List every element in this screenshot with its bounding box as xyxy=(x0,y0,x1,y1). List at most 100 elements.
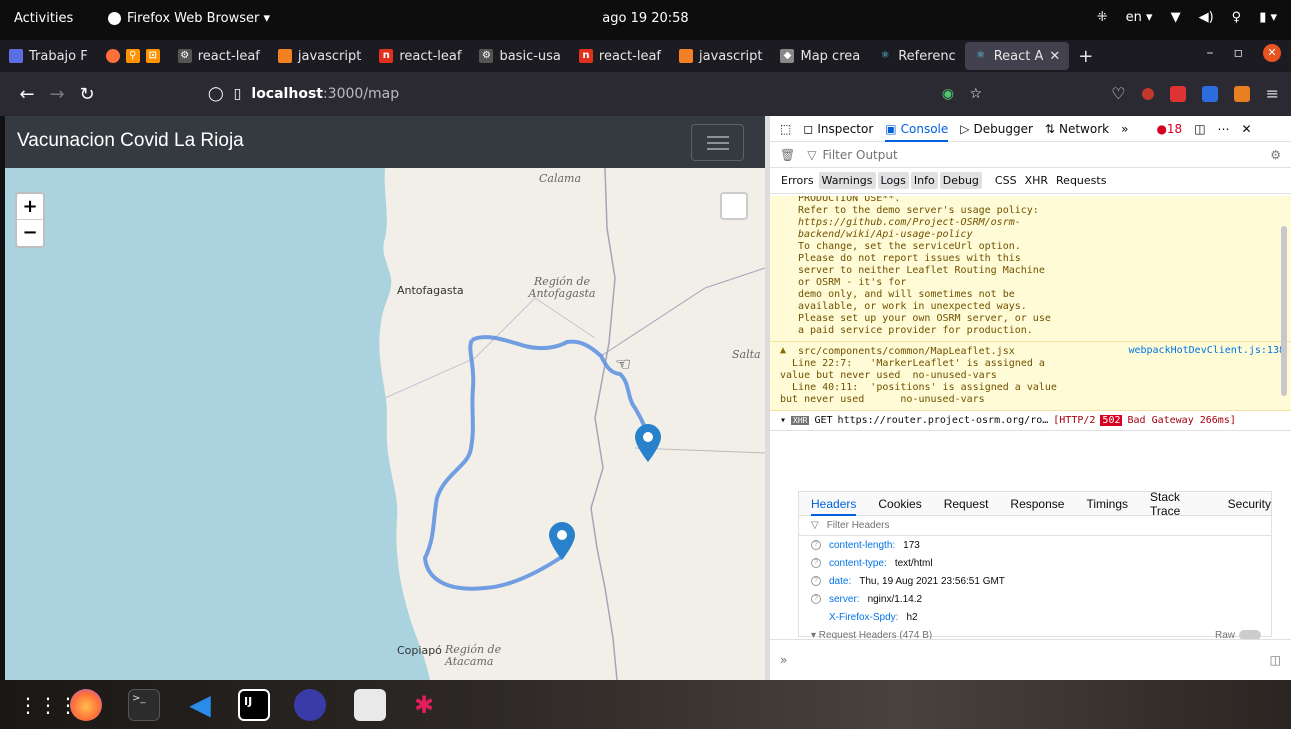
terminal-dock-icon[interactable]: >_ xyxy=(128,689,160,721)
close-devtools-icon[interactable]: ✕ xyxy=(1242,122,1252,136)
forward-icon[interactable]: → xyxy=(42,84,72,105)
raw-toggle[interactable]: Raw xyxy=(1215,630,1261,639)
tab-6[interactable]: n react-leaf xyxy=(570,40,670,72)
filter-headers-input[interactable]: ▽ Filter Headers xyxy=(799,516,1271,536)
help-icon[interactable]: ? xyxy=(811,576,821,586)
zoom-out-button[interactable]: − xyxy=(17,220,43,246)
tab-request[interactable]: Request xyxy=(944,497,989,511)
extension-off-icon[interactable] xyxy=(1233,85,1250,102)
app-grid-icon[interactable]: ⋮⋮⋮ xyxy=(18,689,78,721)
help-icon[interactable]: ? xyxy=(811,594,821,604)
error-counter[interactable]: ●18 xyxy=(1156,122,1182,136)
console-scrollbar[interactable] xyxy=(1281,226,1287,396)
tab-5[interactable]: ⚙ basic-usa xyxy=(470,40,569,72)
level-errors[interactable]: Errors xyxy=(778,172,817,189)
intellij-dock-icon[interactable]: IJ xyxy=(238,689,270,721)
level-warnings[interactable]: Warnings xyxy=(818,172,876,189)
help-icon[interactable]: ? xyxy=(811,558,821,568)
tab-9[interactable]: ⚛ Referenc xyxy=(869,40,964,72)
slack-dock-icon[interactable]: ✱ xyxy=(408,689,440,721)
url-bar[interactable]: ◯ ▯ localhost:3000/map ◉ ☆ xyxy=(198,79,994,109)
close-tab-icon[interactable]: ✕ xyxy=(1049,49,1060,64)
trash-icon[interactable]: 🗑 xyxy=(780,148,795,162)
tab-4[interactable]: n react-leaf xyxy=(370,40,470,72)
pocket-icon[interactable]: ♡ xyxy=(1111,84,1125,103)
toggle-switch[interactable] xyxy=(1239,630,1261,639)
bookmark-star-icon[interactable]: ☆ xyxy=(969,86,982,102)
tab-console[interactable]: ▣ Console xyxy=(885,116,949,142)
extension-blue-icon[interactable] xyxy=(1201,85,1218,102)
eclipse-dock-icon[interactable] xyxy=(294,689,326,721)
close-window-icon[interactable]: ✕ xyxy=(1263,44,1281,62)
settings-gear-icon[interactable]: ⚙ xyxy=(1270,148,1281,162)
filter-input[interactable]: ▽ Filter Output xyxy=(807,148,897,162)
language-menu[interactable]: en ▾ xyxy=(1126,10,1153,25)
console-output[interactable]: PRODUCTION USE**. Refer to the demo serv… xyxy=(770,196,1291,639)
ublock-icon[interactable] xyxy=(1141,87,1154,100)
minimize-icon[interactable]: – xyxy=(1207,45,1214,61)
request-headers-section[interactable]: ▾ Request Headers (474 B) Raw xyxy=(799,626,1271,639)
more-tabs-button[interactable]: » xyxy=(1121,122,1128,136)
tab-security[interactable]: Security xyxy=(1228,497,1271,511)
help-icon[interactable]: ? xyxy=(811,540,821,550)
tab-2[interactable]: ⚙ react-leaf xyxy=(169,40,269,72)
tab-cookies[interactable]: Cookies xyxy=(878,497,921,511)
level-xhr[interactable]: XHR xyxy=(1022,172,1051,189)
dock-icon[interactable]: ◫ xyxy=(1194,122,1205,136)
files-dock-icon[interactable] xyxy=(354,689,386,721)
system-tray[interactable]: ⁜ en ▾ ▼ ◀) ♀ ▮ ▾ xyxy=(1097,10,1277,25)
element-picker-icon[interactable]: ⬚ xyxy=(780,122,791,136)
tab-active[interactable]: ⚛ React A ✕ xyxy=(964,42,1070,70)
tracking-icon[interactable]: ◉ xyxy=(942,86,954,102)
microphone-icon: ♀ xyxy=(1231,10,1242,25)
map-layer-control[interactable] xyxy=(720,192,748,220)
tab-pinned[interactable]: ⚲ ⊡ xyxy=(97,40,169,72)
tab-0[interactable]: Trabajo F xyxy=(0,40,97,72)
menu-dots-icon[interactable]: ⋯ xyxy=(1218,122,1230,136)
zoom-in-button[interactable]: + xyxy=(17,194,43,220)
back-icon[interactable]: ← xyxy=(12,84,42,105)
warning-icon: ▲ xyxy=(780,345,787,356)
hamburger-menu-icon[interactable]: ≡ xyxy=(1266,84,1279,103)
tab-label: Debugger xyxy=(973,121,1033,136)
maximize-icon[interactable]: ▫ xyxy=(1234,45,1244,61)
app-menu[interactable]: Firefox Web Browser ▾ xyxy=(108,11,270,26)
tab-timings[interactable]: Timings xyxy=(1086,497,1128,511)
console-input[interactable]: » ◫ xyxy=(770,639,1291,680)
reload-icon[interactable]: ↻ xyxy=(72,84,102,105)
firefox-dock-icon[interactable] xyxy=(70,689,102,721)
level-debug[interactable]: Debug xyxy=(939,172,982,189)
tab-inspector[interactable]: ◻ Inspector xyxy=(803,122,873,136)
navbar-toggler-button[interactable] xyxy=(691,124,744,161)
level-css[interactable]: CSS xyxy=(992,172,1020,189)
app-brand[interactable]: Vacunacion Covid La Rioja xyxy=(17,130,244,152)
tab-stack-trace[interactable]: Stack Trace xyxy=(1150,490,1206,518)
level-logs[interactable]: Logs xyxy=(877,172,909,189)
request-headers-toggle[interactable]: ▾ Request Headers (474 B) xyxy=(811,630,932,640)
leaflet-map[interactable]: + − Calama Antofagasta Región de Antofag… xyxy=(5,168,765,680)
level-info[interactable]: Info xyxy=(910,172,938,189)
xhr-url[interactable]: https://router.project-osrm.org/ro… xyxy=(838,415,1049,426)
warning-source-link[interactable]: webpackHotDevClient.js:138 xyxy=(1128,345,1285,357)
extension-red-icon[interactable] xyxy=(1169,85,1186,102)
tab-response[interactable]: Response xyxy=(1010,497,1064,511)
tab-3[interactable]: javascript xyxy=(269,40,370,72)
header-value: text/html xyxy=(894,557,933,569)
vscode-dock-icon[interactable]: ◀ xyxy=(184,689,216,721)
activities-button[interactable]: Activities xyxy=(14,11,73,26)
map-marker-1[interactable] xyxy=(635,424,661,462)
tab-network[interactable]: ⇅ Network xyxy=(1045,122,1109,136)
request-detail-tabs: Headers Cookies Request Response Timings… xyxy=(799,490,1271,518)
split-console-icon[interactable]: ◫ xyxy=(1270,653,1281,667)
tab-debugger[interactable]: ▷ Debugger xyxy=(960,122,1033,136)
header-value: nginx/1.14.2 xyxy=(867,593,923,605)
xhr-request-row[interactable]: ▾ XHR GET https://router.project-osrm.or… xyxy=(770,411,1291,431)
level-requests[interactable]: Requests xyxy=(1053,172,1109,189)
expand-arrow-icon[interactable]: ▾ xyxy=(780,415,786,426)
new-tab-button[interactable]: + xyxy=(1069,40,1102,72)
map-marker-2[interactable] xyxy=(549,522,575,560)
tab-headers[interactable]: Headers xyxy=(811,492,857,516)
clock[interactable]: ago 19 20:58 xyxy=(602,11,688,26)
tab-7[interactable]: javascript xyxy=(670,40,771,72)
tab-8[interactable]: ◆ Map crea xyxy=(771,40,869,72)
